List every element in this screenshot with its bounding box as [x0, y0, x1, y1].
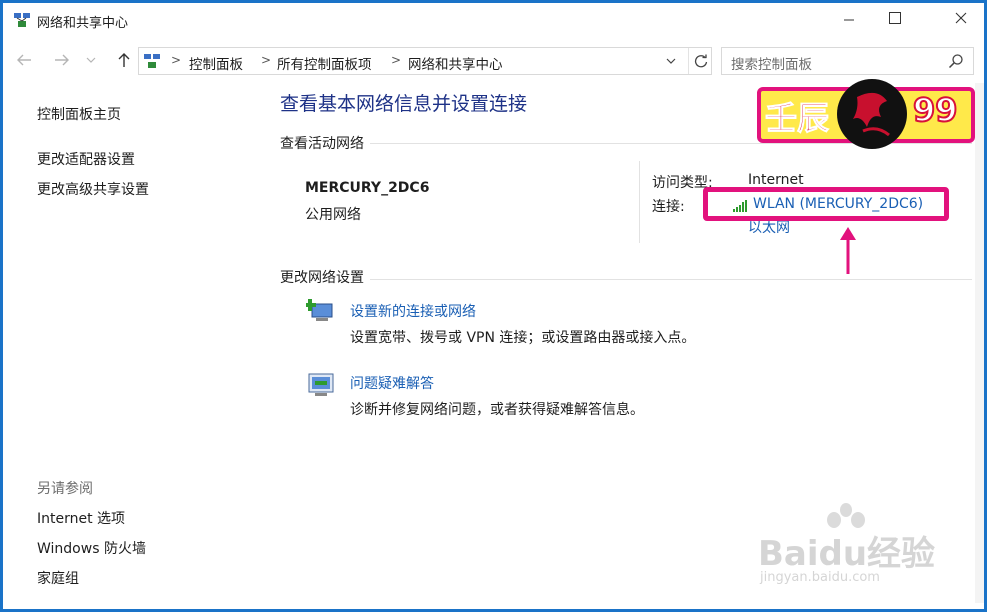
change-adapter-settings-link[interactable]: 更改适配器设置 [37, 149, 135, 169]
back-button[interactable] [13, 49, 35, 71]
logo-text-left: 壬辰 [764, 99, 830, 138]
troubleshoot-icon [308, 373, 334, 396]
connections-label: 连接: [652, 199, 685, 215]
chevron-right-icon: > [391, 53, 402, 67]
close-icon [955, 12, 967, 24]
refresh-button[interactable] [688, 48, 712, 74]
control-panel-icon [144, 54, 160, 68]
title-bar: 网络和共享中心 [3, 3, 984, 37]
watermark-text: Baidu经验 [758, 534, 936, 574]
pointer-arrow-icon [840, 227, 856, 274]
search-placeholder: 搜索控制面板 [731, 57, 812, 73]
left-navigation-pane: 控制面板主页 更改适配器设置 更改高级共享设置 另请参阅 Internet 选项… [3, 83, 263, 603]
network-icon [14, 13, 30, 27]
address-dropdown-button[interactable] [665, 52, 681, 70]
watermark-url: jingyan.baidu.com [760, 570, 880, 585]
up-button[interactable] [113, 49, 135, 71]
setup-new-connection-desc: 设置宽带、拨号或 VPN 连接；或设置路由器或接入点。 [350, 330, 696, 346]
close-button[interactable] [938, 3, 984, 33]
minimize-button[interactable] [826, 3, 872, 33]
search-icon [948, 54, 963, 69]
wlan-highlight-box: WLAN (MERCURY_2DC6) [703, 187, 949, 221]
maximize-button[interactable] [872, 3, 918, 33]
network-type-link[interactable]: 公用网络 [305, 204, 361, 224]
chevron-down-icon [86, 57, 96, 63]
access-type-value: Internet [748, 172, 804, 188]
logo-text-right: 99 [912, 90, 959, 130]
arrow-left-icon [17, 54, 31, 66]
change-advanced-sharing-link[interactable]: 更改高级共享设置 [37, 179, 149, 199]
wlan-connection-link[interactable]: WLAN (MERCURY_2DC6) [753, 196, 923, 212]
breadcrumb-network-center[interactable]: 网络和共享中心 [408, 53, 503, 73]
chevron-right-icon: > [261, 53, 272, 67]
new-connection-icon [306, 299, 333, 321]
troubleshoot-desc: 诊断并修复网络问题，或者获得疑难解答信息。 [350, 402, 644, 418]
maximize-icon [889, 12, 901, 24]
page-title: 查看基本网络信息并设置连接 [280, 93, 528, 115]
active-networks-heading: 查看活动网络 [280, 133, 370, 153]
refresh-icon [694, 54, 707, 68]
baidu-watermark: Baidu经验 jingyan.baidu.com [758, 503, 948, 588]
minimize-icon [844, 19, 854, 21]
vertical-scrollbar[interactable] [975, 83, 984, 603]
window-title: 网络和共享中心 [37, 16, 129, 31]
network-name: MERCURY_2DC6 [305, 180, 430, 196]
arrow-up-icon [118, 53, 130, 67]
control-panel-home-link[interactable]: 控制面板主页 [37, 104, 121, 124]
see-also-heading: 另请参阅 [37, 481, 93, 497]
breadcrumb-all-items[interactable]: 所有控制面板项 [277, 53, 372, 73]
change-settings-heading: 更改网络设置 [280, 267, 370, 287]
internet-options-link[interactable]: Internet 选项 [37, 508, 125, 528]
setup-new-connection-link[interactable]: 设置新的连接或网络 [350, 301, 476, 321]
watermark-logo: 壬辰 99 [757, 79, 975, 149]
breadcrumb-control-panel[interactable]: 控制面板 [189, 53, 243, 73]
windows-firewall-link[interactable]: Windows 防火墙 [37, 538, 146, 558]
chevron-right-icon: > [171, 53, 182, 67]
dragon-emblem-icon [837, 79, 907, 149]
section-divider [280, 279, 972, 280]
recent-locations-button[interactable] [83, 49, 99, 71]
homegroup-link[interactable]: 家庭组 [37, 568, 79, 588]
troubleshoot-link[interactable]: 问题疑难解答 [350, 373, 434, 393]
vertical-divider [639, 161, 640, 243]
network-sharing-center-window: 网络和共享中心 > 控制面板 > 所有控制面板项 > 网络和共享中心 搜索控制面… [3, 3, 984, 609]
chevron-down-icon [666, 58, 676, 64]
search-input[interactable]: 搜索控制面板 [721, 47, 974, 75]
wifi-signal-icon [733, 200, 747, 212]
forward-button[interactable] [51, 49, 73, 71]
address-bar[interactable]: > 控制面板 > 所有控制面板项 > 网络和共享中心 [138, 47, 712, 75]
arrow-right-icon [55, 54, 69, 66]
navigation-bar: > 控制面板 > 所有控制面板项 > 网络和共享中心 搜索控制面板 [3, 41, 984, 79]
